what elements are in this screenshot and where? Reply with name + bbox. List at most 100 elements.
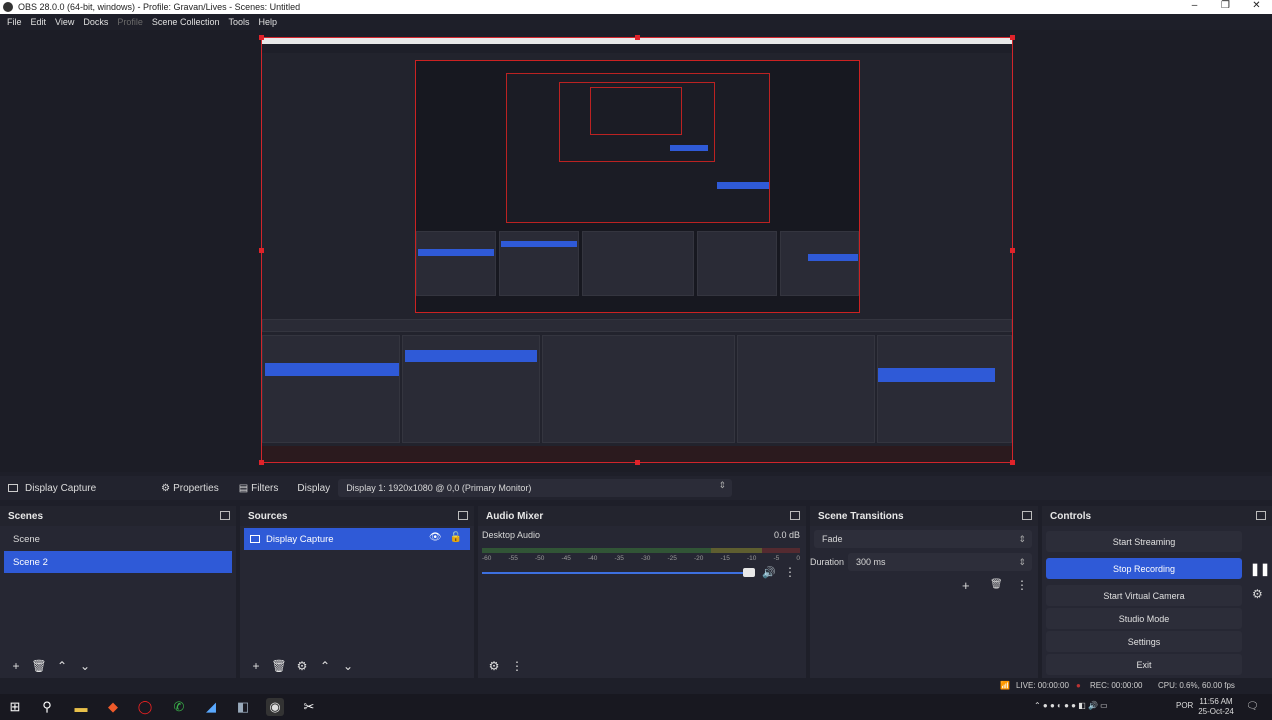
whatsapp-icon[interactable]: ✆ [170, 698, 188, 716]
undock-icon[interactable] [1256, 511, 1266, 520]
menu-scene-collection[interactable]: Scene Collection [152, 17, 220, 27]
obs-taskbar-icon[interactable]: ◉ [266, 698, 284, 716]
mixer-menu-icon[interactable]: ⋮ [507, 657, 527, 675]
exit-button[interactable]: Exit [1046, 654, 1242, 675]
capcut-icon[interactable]: ✂ [300, 698, 318, 716]
gear-icon[interactable]: ⚙ [292, 657, 312, 675]
meter-tick: -25 [667, 555, 677, 562]
properties-button[interactable]: ⚙ Properties [156, 481, 224, 496]
move-up-icon[interactable]: ⌃ [52, 657, 72, 675]
notification-icon[interactable]: 🗨 [1246, 701, 1259, 712]
minimize-button[interactable]: – [1179, 0, 1210, 14]
add-source-icon[interactable]: + [246, 657, 266, 675]
meter-tick: 0 [796, 555, 800, 562]
resize-handle[interactable] [1010, 248, 1015, 253]
nested-mixer-dock [542, 335, 735, 443]
sources-footer: + 🗑 ⚙ ⌃ ⌄ [240, 654, 474, 678]
maximize-button[interactable]: ❐ [1210, 0, 1241, 14]
resize-handle[interactable] [635, 460, 640, 465]
date[interactable]: 25-Oct-24 [1198, 707, 1234, 716]
pause-icon[interactable]: ❚❚ [1250, 562, 1270, 576]
sources-dock: Sources Display Capture 👁 🔓 + 🗑 ⚙ ⌃ ⌄ [240, 506, 474, 678]
volume-meter [482, 548, 800, 553]
app-icon[interactable]: ◧ [234, 698, 252, 716]
undock-icon[interactable] [790, 511, 800, 520]
menu-tools[interactable]: Tools [228, 17, 249, 27]
remove-scene-icon[interactable]: 🗑 [29, 657, 49, 675]
opera-icon[interactable]: ◯ [136, 698, 154, 716]
duration-spinbox[interactable]: 300 ms ⇕ [848, 553, 1032, 571]
lock-icon[interactable]: 🔓 [450, 532, 462, 543]
audio-mixer-header: Audio Mixer [478, 506, 806, 526]
source-item-label: Display Capture [266, 533, 334, 545]
menu-help[interactable]: Help [258, 17, 277, 27]
menu-view[interactable]: View [55, 17, 74, 27]
tray-icons[interactable]: ⌃ ● ● ◐ ● ● ◧ 🔊 ▭ [1034, 701, 1108, 710]
scene-transitions-header: Scene Transitions [810, 506, 1038, 526]
sources-list: Display Capture 👁 🔓 [240, 528, 474, 654]
menu-docks[interactable]: Docks [83, 17, 108, 27]
input-language[interactable]: POR [1176, 701, 1193, 710]
resize-handle[interactable] [1010, 35, 1015, 40]
advanced-audio-gear-icon[interactable]: ⚙ [484, 657, 504, 675]
resize-handle[interactable] [1010, 460, 1015, 465]
add-transition-icon[interactable]: + [962, 578, 970, 593]
remove-source-icon[interactable]: 🗑 [269, 657, 289, 675]
move-up-icon[interactable]: ⌃ [315, 657, 335, 675]
windows-start-icon[interactable]: ⊞ [6, 698, 24, 716]
duration-value: 300 ms [856, 557, 886, 567]
resize-handle[interactable] [259, 248, 264, 253]
brave-browser-icon[interactable]: ◆ [104, 698, 122, 716]
source-item-display-capture[interactable]: Display Capture 👁 🔓 [244, 528, 470, 550]
filter-icon: ▤ [238, 482, 249, 494]
volume-slider[interactable] [482, 572, 752, 574]
scene-item-selected[interactable]: Scene 2 [4, 551, 232, 573]
eye-icon[interactable]: 👁 [429, 532, 442, 543]
more-options-icon[interactable]: ⋮ [784, 565, 796, 579]
app-icon[interactable]: ◢ [202, 698, 220, 716]
start-virtual-camera-button[interactable]: Start Virtual Camera [1046, 585, 1242, 606]
add-scene-icon[interactable]: + [6, 657, 26, 675]
meter-tick: -55 [508, 555, 518, 562]
clock[interactable]: 11:56 AM [1198, 697, 1234, 706]
settings-button[interactable]: Settings [1046, 631, 1242, 652]
nested-selection [405, 350, 537, 362]
file-explorer-icon[interactable]: ▬ [72, 698, 90, 716]
speaker-icon[interactable]: 🔊 [762, 566, 776, 579]
start-streaming-button[interactable]: Start Streaming [1046, 531, 1242, 552]
gear-icon: ⚙ [161, 482, 171, 494]
controls-title: Controls [1050, 510, 1092, 522]
menu-file[interactable]: File [7, 17, 22, 27]
audio-mixer-dock: Audio Mixer Desktop Audio 0.0 dB -60 -55… [478, 506, 806, 678]
audio-mixer-body: Desktop Audio 0.0 dB -60 -55 -50 -45 -40… [478, 528, 806, 654]
undock-icon[interactable] [220, 511, 230, 520]
nested-dock [582, 231, 694, 296]
display-capture-preview[interactable] [259, 35, 1015, 465]
move-down-icon[interactable]: ⌄ [75, 657, 95, 675]
resize-handle[interactable] [259, 460, 264, 465]
transition-select[interactable]: Fade ⇕ [814, 530, 1032, 548]
resize-handle[interactable] [259, 35, 264, 40]
move-down-icon[interactable]: ⌄ [338, 657, 358, 675]
scene-item[interactable]: Scene [4, 528, 232, 550]
menu-edit[interactable]: Edit [31, 17, 47, 27]
remove-transition-icon[interactable]: 🗑 [990, 579, 1003, 590]
updown-chevron-icon: ⇕ [1018, 533, 1026, 544]
filters-button[interactable]: ▤ Filters [234, 481, 284, 496]
studio-mode-button[interactable]: Studio Mode [1046, 608, 1242, 629]
undock-icon[interactable] [1022, 511, 1032, 520]
channel-name: Desktop Audio [482, 530, 541, 540]
close-button[interactable]: ✕ [1241, 0, 1272, 14]
gear-icon[interactable]: ⚙ [1252, 587, 1263, 601]
resize-handle[interactable] [635, 35, 640, 40]
stop-recording-button[interactable]: Stop Recording [1046, 558, 1242, 579]
volume-slider-handle[interactable] [743, 568, 755, 577]
display-select[interactable]: Display 1: 1920x1080 @ 0,0 (Primary Moni… [338, 479, 733, 497]
transition-menu-icon[interactable]: ⋮ [1016, 578, 1028, 592]
menu-profile[interactable]: Profile [117, 17, 143, 27]
preview-area[interactable] [0, 30, 1272, 472]
search-icon[interactable]: ⚲ [38, 698, 56, 716]
nested-selection [878, 368, 995, 382]
undock-icon[interactable] [458, 511, 468, 520]
properties-label: Properties [173, 482, 219, 494]
